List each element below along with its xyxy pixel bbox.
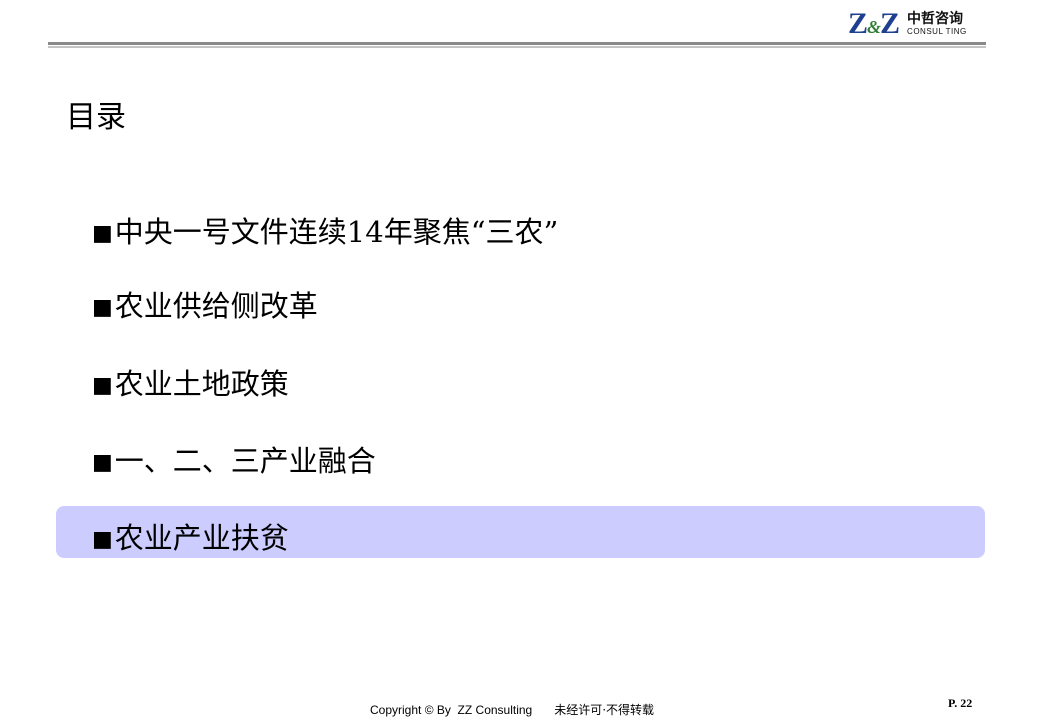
logo-english-name: CONSUL TING [907, 27, 967, 36]
square-bullet-icon: ■ [92, 295, 113, 320]
logo-mark: Z&Z [848, 7, 900, 40]
toc-item-2[interactable]: ■农业供给侧改革 [92, 286, 318, 328]
square-bullet-icon: ■ [92, 221, 113, 246]
square-bullet-icon: ■ [92, 527, 113, 552]
header-divider-light [48, 46, 986, 48]
square-bullet-icon: ■ [92, 450, 113, 475]
reprint-notice: 未经许可·不得转载 [554, 703, 655, 717]
footer-copyright: Copyright © By ZZ Consulting 未经许可·不得转载 [370, 701, 654, 718]
toc-item-1[interactable]: ■中央一号文件连续14年聚焦“三农” [92, 212, 558, 254]
toc-item-label: 中央一号文件连续14年聚焦“三农” [114, 215, 559, 249]
header-divider-dark [48, 42, 986, 45]
toc-item-4[interactable]: ■一、二、三产业融合 [92, 441, 376, 483]
toc-item-label: 农业土地政策 [114, 367, 289, 401]
page-number: P. 22 [948, 696, 973, 710]
copyright-text: Copyright © By ZZ Consulting [370, 703, 533, 717]
page-title: 目录 [66, 100, 126, 135]
company-logo: Z&Z 中哲咨询 CONSUL TING [848, 8, 967, 40]
toc-item-5-active[interactable]: ■农业产业扶贫 [92, 518, 289, 560]
toc-item-3[interactable]: ■农业土地政策 [92, 364, 289, 406]
square-bullet-icon: ■ [92, 373, 113, 398]
toc-item-label: 一、二、三产业融合 [114, 444, 376, 478]
logo-chinese-name: 中哲咨询 [907, 11, 964, 27]
toc-item-label: 农业产业扶贫 [114, 521, 289, 555]
logo-text: 中哲咨询 CONSUL TING [907, 12, 967, 36]
toc-item-label: 农业供给侧改革 [114, 289, 318, 323]
